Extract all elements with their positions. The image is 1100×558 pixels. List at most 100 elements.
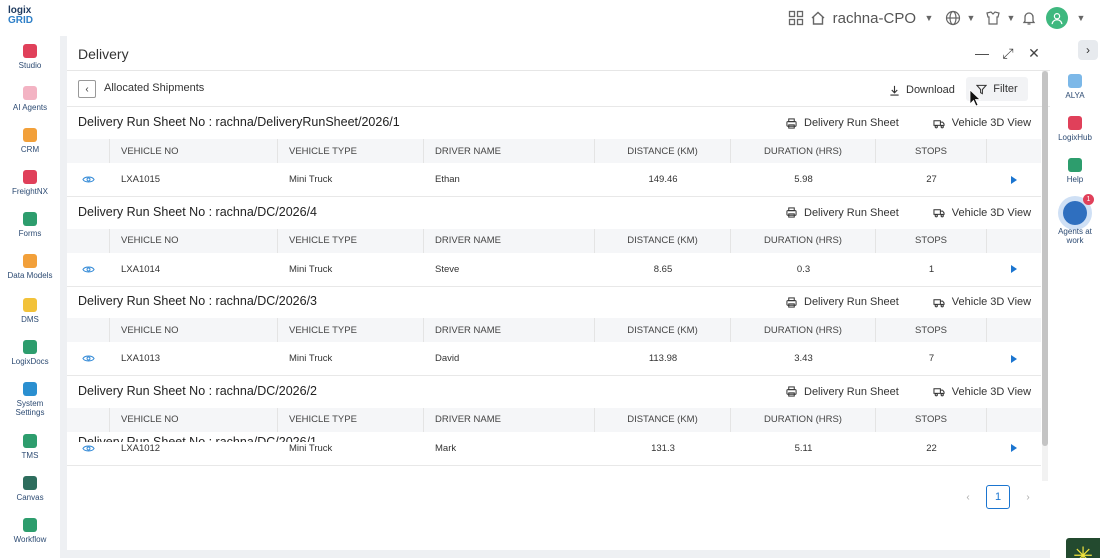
agents-at-work-button[interactable]: 1 bbox=[1058, 194, 1094, 230]
play-arrow-icon[interactable] bbox=[1011, 175, 1017, 184]
table-header: VEHICLE NO VEHICLE TYPE DRIVER NAME DIST… bbox=[67, 407, 1041, 432]
eye-icon[interactable] bbox=[82, 175, 95, 184]
column-header: STOPS bbox=[876, 139, 987, 163]
table-row[interactable]: LXA1013 Mini Truck David 113.98 3.43 7 bbox=[67, 342, 1041, 376]
sidebar-item-canvas[interactable]: Canvas bbox=[0, 476, 60, 502]
logo-text-line2: GRID bbox=[8, 15, 33, 26]
sidebar-item-forms[interactable]: Forms bbox=[0, 212, 60, 238]
delivery-run-sheet-button[interactable]: Delivery Run Sheet bbox=[786, 117, 899, 129]
column-header: DURATION (HRS) bbox=[731, 407, 876, 432]
run-sheet-section: Delivery Run Sheet No : rachna/DeliveryR… bbox=[67, 108, 1041, 198]
pagination: ‹ 1 › bbox=[960, 485, 1036, 509]
page-number-button[interactable]: 1 bbox=[986, 485, 1010, 509]
chevron-down-icon[interactable]: ▼ bbox=[1006, 13, 1016, 23]
play-arrow-icon[interactable] bbox=[1011, 444, 1017, 452]
delivery-run-sheet-button[interactable]: Delivery Run Sheet bbox=[786, 207, 899, 219]
chevron-down-icon[interactable]: ▼ bbox=[1076, 13, 1086, 23]
logixgrid-logo[interactable]: logix GRID bbox=[8, 6, 40, 30]
printer-icon bbox=[786, 207, 797, 218]
column-header: DURATION (HRS) bbox=[731, 139, 876, 163]
back-button[interactable]: ‹ bbox=[78, 80, 96, 98]
vehicle-3d-view-button[interactable]: Vehicle 3D View bbox=[933, 296, 1031, 308]
globe-icon[interactable] bbox=[944, 9, 962, 27]
user-context-name[interactable]: rachna-CPO bbox=[833, 10, 916, 27]
eye-icon[interactable] bbox=[82, 354, 95, 363]
table-row[interactable]: LXA1014 Mini Truck Steve 8.65 0.3 1 bbox=[67, 253, 1041, 287]
apps-grid-icon[interactable] bbox=[787, 9, 805, 27]
delivery-run-sheet-button[interactable]: Delivery Run Sheet bbox=[786, 296, 899, 308]
gift-icon[interactable] bbox=[984, 9, 1002, 27]
run-sheet-title: Delivery Run Sheet No : rachna/DC/2026/1 bbox=[78, 436, 317, 442]
driver-name-cell: Steve bbox=[435, 263, 460, 275]
expand-icon[interactable]: ⤢ bbox=[1002, 45, 1014, 61]
studio-icon bbox=[23, 44, 37, 58]
truck-3d-icon bbox=[933, 119, 945, 128]
column-header: DURATION (HRS) bbox=[731, 228, 876, 253]
sparkle-widget-icon[interactable]: ✳ bbox=[1066, 538, 1100, 558]
home-icon[interactable] bbox=[809, 9, 827, 27]
sidebar-item-crm[interactable]: CRM bbox=[0, 128, 60, 154]
workflow-icon bbox=[23, 518, 37, 532]
chevron-left-icon: ‹ bbox=[85, 83, 89, 95]
play-arrow-icon[interactable] bbox=[1011, 354, 1017, 363]
run-sheet-title: Delivery Run Sheet No : rachna/DC/2026/4 bbox=[78, 204, 318, 219]
sidebar-item-ai-agents[interactable]: AI Agents bbox=[0, 86, 60, 112]
collapse-button[interactable]: › bbox=[1078, 40, 1098, 60]
chevron-right-icon: › bbox=[1086, 43, 1090, 57]
vertical-scrollbar[interactable] bbox=[1042, 71, 1048, 481]
bell-icon[interactable] bbox=[1020, 9, 1038, 27]
download-button[interactable]: Download bbox=[889, 80, 955, 100]
right-item-alya[interactable]: ALYA bbox=[1050, 74, 1100, 100]
truck-3d-icon bbox=[933, 388, 945, 397]
sidebar-item-logixdocs[interactable]: LogixDocs bbox=[0, 340, 60, 366]
driver-name-cell: Mark bbox=[435, 442, 457, 454]
vehicle-3d-view-button[interactable]: Vehicle 3D View bbox=[933, 386, 1031, 398]
next-page-icon[interactable]: › bbox=[1020, 487, 1036, 507]
eye-icon[interactable] bbox=[82, 265, 95, 274]
minimize-icon[interactable]: — bbox=[975, 45, 989, 61]
printer-icon bbox=[786, 117, 797, 129]
sidebar-item-dms[interactable]: DMS bbox=[0, 298, 60, 324]
sidebar-item-tms[interactable]: TMS bbox=[0, 434, 60, 460]
chevron-down-icon[interactable]: ▼ bbox=[966, 13, 976, 23]
table-row[interactable]: LXA1015 Mini Truck Ethan 149.46 5.98 27 bbox=[67, 163, 1041, 197]
run-sheet-actions: Delivery Run Sheet Vehicle 3D View bbox=[786, 386, 1031, 398]
mouse-cursor-icon bbox=[969, 89, 981, 107]
sidebar-item-data-models[interactable]: Data Models bbox=[0, 254, 60, 280]
chevron-down-icon[interactable]: ▼ bbox=[924, 13, 934, 23]
column-header: VEHICLE TYPE bbox=[278, 318, 424, 342]
distance-cell: 149.46 bbox=[648, 174, 678, 185]
sidebar-item-workflow[interactable]: Workflow bbox=[0, 518, 60, 544]
eye-icon[interactable] bbox=[82, 444, 95, 453]
run-sheet-section: Delivery Run Sheet No : rachna/DC/2026/2… bbox=[67, 377, 1041, 467]
prev-page-icon[interactable]: ‹ bbox=[960, 487, 976, 507]
play-arrow-icon[interactable] bbox=[1011, 265, 1017, 273]
user-avatar[interactable] bbox=[1046, 7, 1068, 29]
vehicle-3d-view-button[interactable]: Vehicle 3D View bbox=[933, 117, 1031, 129]
duration-cell: 3.43 bbox=[794, 353, 813, 364]
truck-3d-icon bbox=[933, 209, 945, 218]
sidebar-item-freightnx[interactable]: FreightNX bbox=[0, 170, 60, 196]
vehicle-type-cell: Mini Truck bbox=[289, 353, 333, 364]
right-item-logixhub[interactable]: LogixHub bbox=[1050, 116, 1100, 142]
scrollbar-thumb[interactable] bbox=[1042, 71, 1048, 446]
right-item-help[interactable]: Help bbox=[1050, 158, 1100, 184]
column-header: VEHICLE NO bbox=[110, 139, 278, 163]
column-header: VEHICLE NO bbox=[110, 318, 278, 342]
column-header: VEHICLE NO bbox=[110, 228, 278, 253]
distance-cell: 131.3 bbox=[651, 442, 675, 454]
close-icon[interactable]: ✕ bbox=[1028, 45, 1040, 61]
delivery-run-sheet-button[interactable]: Delivery Run Sheet bbox=[786, 386, 899, 398]
table-header: VEHICLE NO VEHICLE TYPE DRIVER NAME DIST… bbox=[67, 139, 1041, 163]
stops-cell: 7 bbox=[928, 353, 935, 364]
gear-icon bbox=[23, 382, 37, 396]
vehicle-3d-view-button[interactable]: Vehicle 3D View bbox=[933, 207, 1031, 219]
run-sheet-title: Delivery Run Sheet No : rachna/DeliveryR… bbox=[78, 115, 400, 129]
run-sheet-list[interactable]: Delivery Run Sheet No : rachna/DeliveryR… bbox=[67, 108, 1041, 478]
column-header: DISTANCE (KM) bbox=[595, 228, 731, 253]
sidebar-item-system-settings[interactable]: System Settings bbox=[0, 382, 60, 417]
column-header: DRIVER NAME bbox=[424, 139, 595, 163]
vehicle-type-cell: Mini Truck bbox=[289, 174, 333, 185]
column-header: DISTANCE (KM) bbox=[595, 407, 731, 432]
sidebar-item-studio[interactable]: Studio bbox=[0, 44, 60, 70]
